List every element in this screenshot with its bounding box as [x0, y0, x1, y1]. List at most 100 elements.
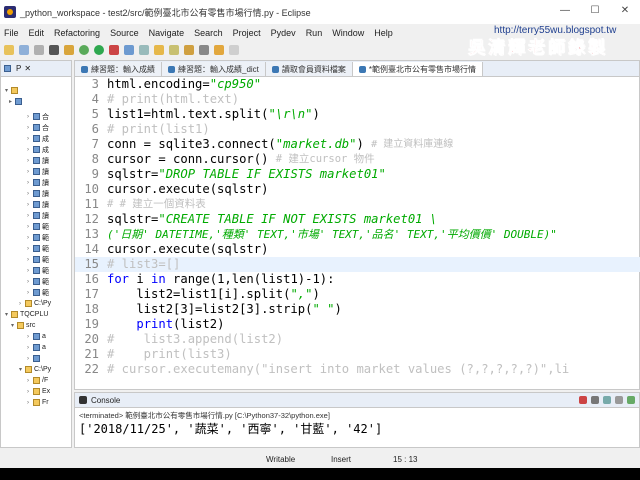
python-file-icon [168, 65, 175, 73]
console-header: Console [75, 393, 639, 408]
python-file-icon [81, 65, 88, 73]
console-view: Console <terminated> 範例臺北市公有零售市場行情.py [C… [74, 392, 640, 448]
menu-search[interactable]: Search [194, 28, 223, 38]
menu-edit[interactable]: Edit [29, 28, 45, 38]
perspective-icon[interactable] [64, 44, 74, 55]
tree-item[interactable]: ▸ [1, 96, 71, 107]
tree-item[interactable]: › Ex [1, 386, 71, 397]
package-icon [4, 65, 11, 72]
minimize-button[interactable]: — [550, 0, 580, 22]
menu-source[interactable]: Source [110, 28, 139, 38]
tree-item[interactable]: ▾ src [1, 320, 71, 331]
back-arrow-icon[interactable] [214, 44, 224, 55]
status-writable: Writable [266, 454, 296, 464]
menu-window[interactable]: Window [332, 28, 364, 38]
code-line: 20 # list3.append(list2) [84, 332, 284, 346]
tree-item[interactable]: ▾ [1, 85, 71, 96]
code-line: 18 list2[3]=list2[3].strip(" ") [84, 302, 342, 316]
tab-score-input[interactable]: 練習題：輸入成績 [75, 62, 162, 76]
tab-score-input-dict[interactable]: 練習題：輸入成績_dict [162, 62, 266, 76]
maximize-button[interactable]: ☐ [580, 0, 610, 22]
tree-item[interactable]: ▾ C:\Py [1, 364, 71, 375]
tree-item[interactable]: › 範 [1, 254, 71, 265]
pin-console-icon[interactable] [627, 396, 635, 404]
console-output[interactable]: ['2018/11/25', '蔬菜', '西寧', '甘藍', '42'] [75, 420, 639, 437]
debug-icon[interactable] [49, 44, 59, 55]
tree-item[interactable]: › C:\Py [1, 298, 71, 309]
menu-file[interactable]: File [4, 28, 19, 38]
code-line: 3 html.encoding= "cp950" [91, 77, 262, 91]
open-folder-icon[interactable] [154, 44, 164, 55]
code-line: 22 # cursor.executemany("insert into mark… [84, 362, 570, 376]
code-line: 16 for i in range(1,len(list1)-1): [84, 272, 335, 286]
tree-item[interactable]: › 範 [1, 243, 71, 254]
close-button[interactable]: ✕ [610, 0, 640, 22]
code-line: 8 cursor = conn.cursor() # 建立cursor 物件 [91, 152, 375, 166]
eclipse-icon [4, 6, 16, 18]
window-controls: — ☐ ✕ [550, 0, 640, 22]
new-class-icon[interactable] [139, 44, 149, 55]
tree-item[interactable]: › 範 [1, 287, 71, 298]
tree-item[interactable]: › 成 [1, 133, 71, 144]
tree-item[interactable]: › 合 [1, 111, 71, 122]
code-area[interactable]: 3 html.encoding= "cp950" 4 # print(html.tex… [75, 77, 640, 391]
package-explorer-title: P [16, 64, 22, 73]
code-line: 19 print (list2) [84, 317, 225, 331]
menu-run[interactable]: Run [306, 28, 323, 38]
tree-item[interactable]: ›/F [1, 375, 71, 386]
tree-item[interactable]: › 範 [1, 221, 71, 232]
menu-project[interactable]: Project [233, 28, 261, 38]
tab-read-member-file[interactable]: 讀取會員資料檔案 [265, 62, 353, 76]
print-icon[interactable] [34, 44, 44, 55]
search-icon[interactable] [169, 44, 179, 55]
tab-market-quotes[interactable]: *範例臺北市公有零售市場行情 [352, 62, 484, 76]
annotation-icon[interactable] [184, 44, 194, 55]
next-annotation-icon[interactable] [199, 44, 209, 55]
new-file-icon[interactable] [4, 44, 14, 55]
clear-console-icon[interactable] [603, 396, 611, 404]
terminate-icon[interactable] [579, 396, 587, 404]
code-line: 9 sqlstr= "DROP TABLE IF EXISTS market01" [91, 167, 386, 181]
tree-item[interactable]: › 讀 [1, 210, 71, 221]
scroll-lock-icon[interactable] [615, 396, 623, 404]
tree-item[interactable]: › 合 [1, 122, 71, 133]
menu-pydev[interactable]: Pydev [271, 28, 296, 38]
console-title[interactable]: Console [91, 396, 120, 405]
menu-help[interactable]: Help [374, 28, 393, 38]
python-icon[interactable] [124, 44, 134, 55]
code-line: 6 # print(list1) [91, 122, 210, 136]
code-line: 10 cursor.execute(sqlstr) [84, 182, 269, 196]
tree-item[interactable]: › 讀 [1, 199, 71, 210]
editor-tabs: 練習題：輸入成績 練習題：輸入成績_dict 讀取會員資料檔案 *範例臺北市公有… [75, 61, 639, 77]
tree-item[interactable]: ▾ TQCPLU [1, 309, 71, 320]
save-icon[interactable] [19, 44, 29, 55]
tree-item[interactable]: › [1, 353, 71, 364]
tree-item[interactable]: › 讀 [1, 188, 71, 199]
forward-arrow-icon[interactable] [229, 44, 239, 55]
code-line: 13 ('日期' DATETIME,'種類' TEXT,'市場' TEXT,'品名… [84, 227, 557, 241]
code-line-current: 15 # list3=[] [75, 257, 640, 272]
code-line: 4 # print(html.text) [91, 92, 240, 106]
python-file-icon [358, 65, 366, 73]
tree-item[interactable]: › 範 [1, 232, 71, 243]
menu-refactoring[interactable]: Refactoring [54, 28, 100, 38]
tree-item[interactable]: › 讀 [1, 155, 71, 166]
code-line: 17 list2=list1[i].split(",") [84, 287, 320, 301]
stop-icon[interactable] [109, 44, 119, 55]
tree-item[interactable]: › Fr [1, 397, 71, 408]
package-explorer-header: P ✕ [1, 61, 71, 77]
debug-run-icon[interactable] [79, 44, 89, 55]
menu-navigate[interactable]: Navigate [149, 28, 185, 38]
remove-launch-icon[interactable] [591, 396, 599, 404]
tree-item-label [24, 98, 26, 105]
tree-item[interactable]: › a [1, 342, 71, 353]
tree-item[interactable]: › a [1, 331, 71, 342]
eclipse-window: _python_workspace - test2/src/範例臺北市公有零售市… [0, 0, 640, 468]
close-view-icon[interactable]: ✕ [24, 64, 31, 73]
tree-item[interactable]: › 讀 [1, 166, 71, 177]
run-icon[interactable] [94, 44, 104, 55]
tree-item[interactable]: › 範 [1, 265, 71, 276]
tree-item[interactable]: › 成 [1, 144, 71, 155]
tree-item[interactable]: › 範 [1, 276, 71, 287]
tree-item[interactable]: › 讀 [1, 177, 71, 188]
